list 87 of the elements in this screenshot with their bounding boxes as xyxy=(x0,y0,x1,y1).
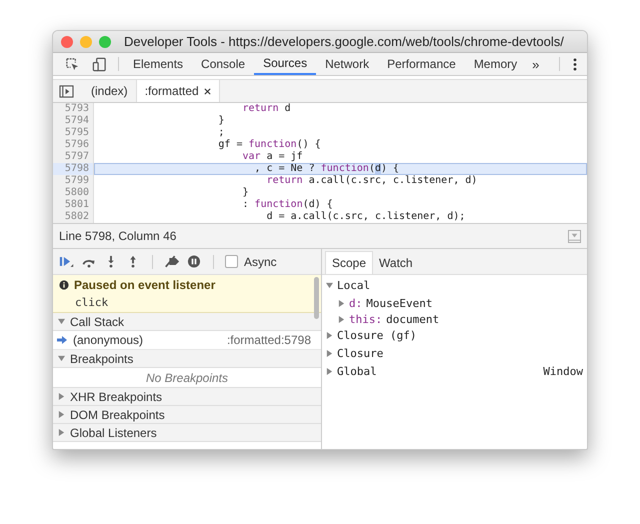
line-number: 5799 xyxy=(64,175,90,187)
device-icon[interactable] xyxy=(92,56,107,72)
navigator-toggle-icon[interactable] xyxy=(59,84,74,98)
paused-reason: click xyxy=(75,296,110,309)
frame-location: :formatted:5798 xyxy=(226,333,311,347)
scrollbar-thumb[interactable] xyxy=(314,277,319,319)
paused-title: Paused on event listener xyxy=(74,278,216,292)
scope-value: Window xyxy=(543,364,583,378)
section-header[interactable]: Global Listeners xyxy=(53,424,321,442)
console-drawer-icon[interactable] xyxy=(568,230,581,242)
menu-icon[interactable] xyxy=(573,58,577,70)
expand-triangle-icon[interactable] xyxy=(338,316,345,322)
section-header[interactable]: XHR Breakpoints xyxy=(53,388,321,406)
deactivate-breakpoints-icon[interactable] xyxy=(164,255,180,268)
code-line: : function(d) { xyxy=(241,199,334,211)
line-number: 5797 xyxy=(64,151,90,163)
collapse-triangle-icon[interactable] xyxy=(58,318,65,325)
collapse-triangle-icon[interactable] xyxy=(58,355,65,362)
code-line: gf = function() { xyxy=(217,139,322,151)
expand-triangle-icon[interactable] xyxy=(326,368,333,374)
expand-triangle-icon[interactable] xyxy=(58,411,65,418)
frame-name: (anonymous) xyxy=(73,333,144,347)
panel-tab[interactable]: Network xyxy=(316,53,378,75)
sidebar-tab[interactable]: Scope xyxy=(325,251,374,274)
scope-name: Global xyxy=(337,364,377,378)
line-number: 5795 xyxy=(64,127,90,139)
resume-icon[interactable] xyxy=(59,255,75,268)
scope-item[interactable]: Closure xyxy=(322,345,587,361)
section-title: DOM Breakpoints xyxy=(70,408,165,422)
property-name: d: xyxy=(349,296,362,310)
panel-tab[interactable]: Console xyxy=(192,53,254,75)
more-tabs-button[interactable]: » xyxy=(526,53,546,75)
property-value: document xyxy=(386,312,440,326)
section-title: Call Stack xyxy=(70,314,124,328)
scope-item[interactable]: Global Window xyxy=(322,363,587,379)
expand-triangle-icon[interactable] xyxy=(58,429,65,436)
line-number: 5798 xyxy=(53,163,93,175)
line-number: 5796 xyxy=(64,139,90,151)
code-line: return a.call(c.src, c.listener, d) xyxy=(266,175,478,187)
line-number: 5793 xyxy=(64,103,90,115)
section-header[interactable]: Breakpoints xyxy=(53,350,321,368)
section-header[interactable]: Call Stack xyxy=(53,313,321,331)
scope-item[interactable]: this: document xyxy=(322,311,587,327)
section-header[interactable]: DOM Breakpoints xyxy=(53,406,321,424)
info-icon xyxy=(59,280,69,290)
line-number: 5800 xyxy=(64,187,90,199)
window-title: Developer Tools - https://developers.google.com/web/tools/chrome-devtools/ xyxy=(124,34,564,49)
property-value: MouseEvent xyxy=(366,296,432,310)
scope-item[interactable]: Local xyxy=(322,277,587,293)
code-line: var a = jf xyxy=(241,151,304,163)
scope-name: Closure xyxy=(337,346,384,360)
code-line: d = a.call(c.src, c.listener, d); xyxy=(266,211,466,223)
panel-tab[interactable]: Memory xyxy=(464,53,526,75)
file-tab[interactable]: (index) xyxy=(83,80,136,102)
line-number: 5801 xyxy=(64,199,90,211)
close-button[interactable] xyxy=(61,36,73,48)
scope-item[interactable]: d: MouseEvent xyxy=(322,295,587,311)
pause-icon[interactable] xyxy=(186,255,202,268)
expand-triangle-icon[interactable] xyxy=(338,300,345,306)
code-line: } xyxy=(241,187,250,199)
expand-triangle-icon[interactable] xyxy=(326,332,333,338)
line-number: 5802 xyxy=(64,211,90,223)
scope-name: Local xyxy=(337,278,370,292)
sidebar-tab[interactable]: Watch xyxy=(373,252,419,274)
async-label: Async xyxy=(244,254,277,268)
inspect-icon[interactable] xyxy=(65,56,80,72)
expand-triangle-icon[interactable] xyxy=(326,350,333,356)
code-line: } xyxy=(217,115,226,127)
scope-item[interactable]: Closure (gf) xyxy=(322,327,587,343)
expand-triangle-icon[interactable] xyxy=(58,393,65,400)
panel-tab[interactable]: Sources xyxy=(254,53,316,75)
collapse-triangle-icon[interactable] xyxy=(326,282,333,288)
close-icon[interactable] xyxy=(204,88,211,94)
panel-tab[interactable]: Elements xyxy=(124,53,192,75)
section-title: XHR Breakpoints xyxy=(70,390,162,404)
file-tab[interactable]: :formatted xyxy=(136,80,220,102)
property-name: this: xyxy=(349,312,382,326)
section-title: Breakpoints xyxy=(70,352,134,366)
zoom-button[interactable] xyxy=(99,36,111,48)
section-title: Global Listeners xyxy=(70,426,157,440)
panel-tab[interactable]: Performance xyxy=(378,53,465,75)
line-number: 5794 xyxy=(64,115,90,127)
code-line: ; xyxy=(217,127,226,139)
code-line: return d xyxy=(241,103,292,115)
async-checkbox[interactable] xyxy=(225,255,238,268)
scope-name: Closure (gf) xyxy=(337,328,416,342)
cursor-position: Line 5798, Column 46 xyxy=(59,229,176,243)
